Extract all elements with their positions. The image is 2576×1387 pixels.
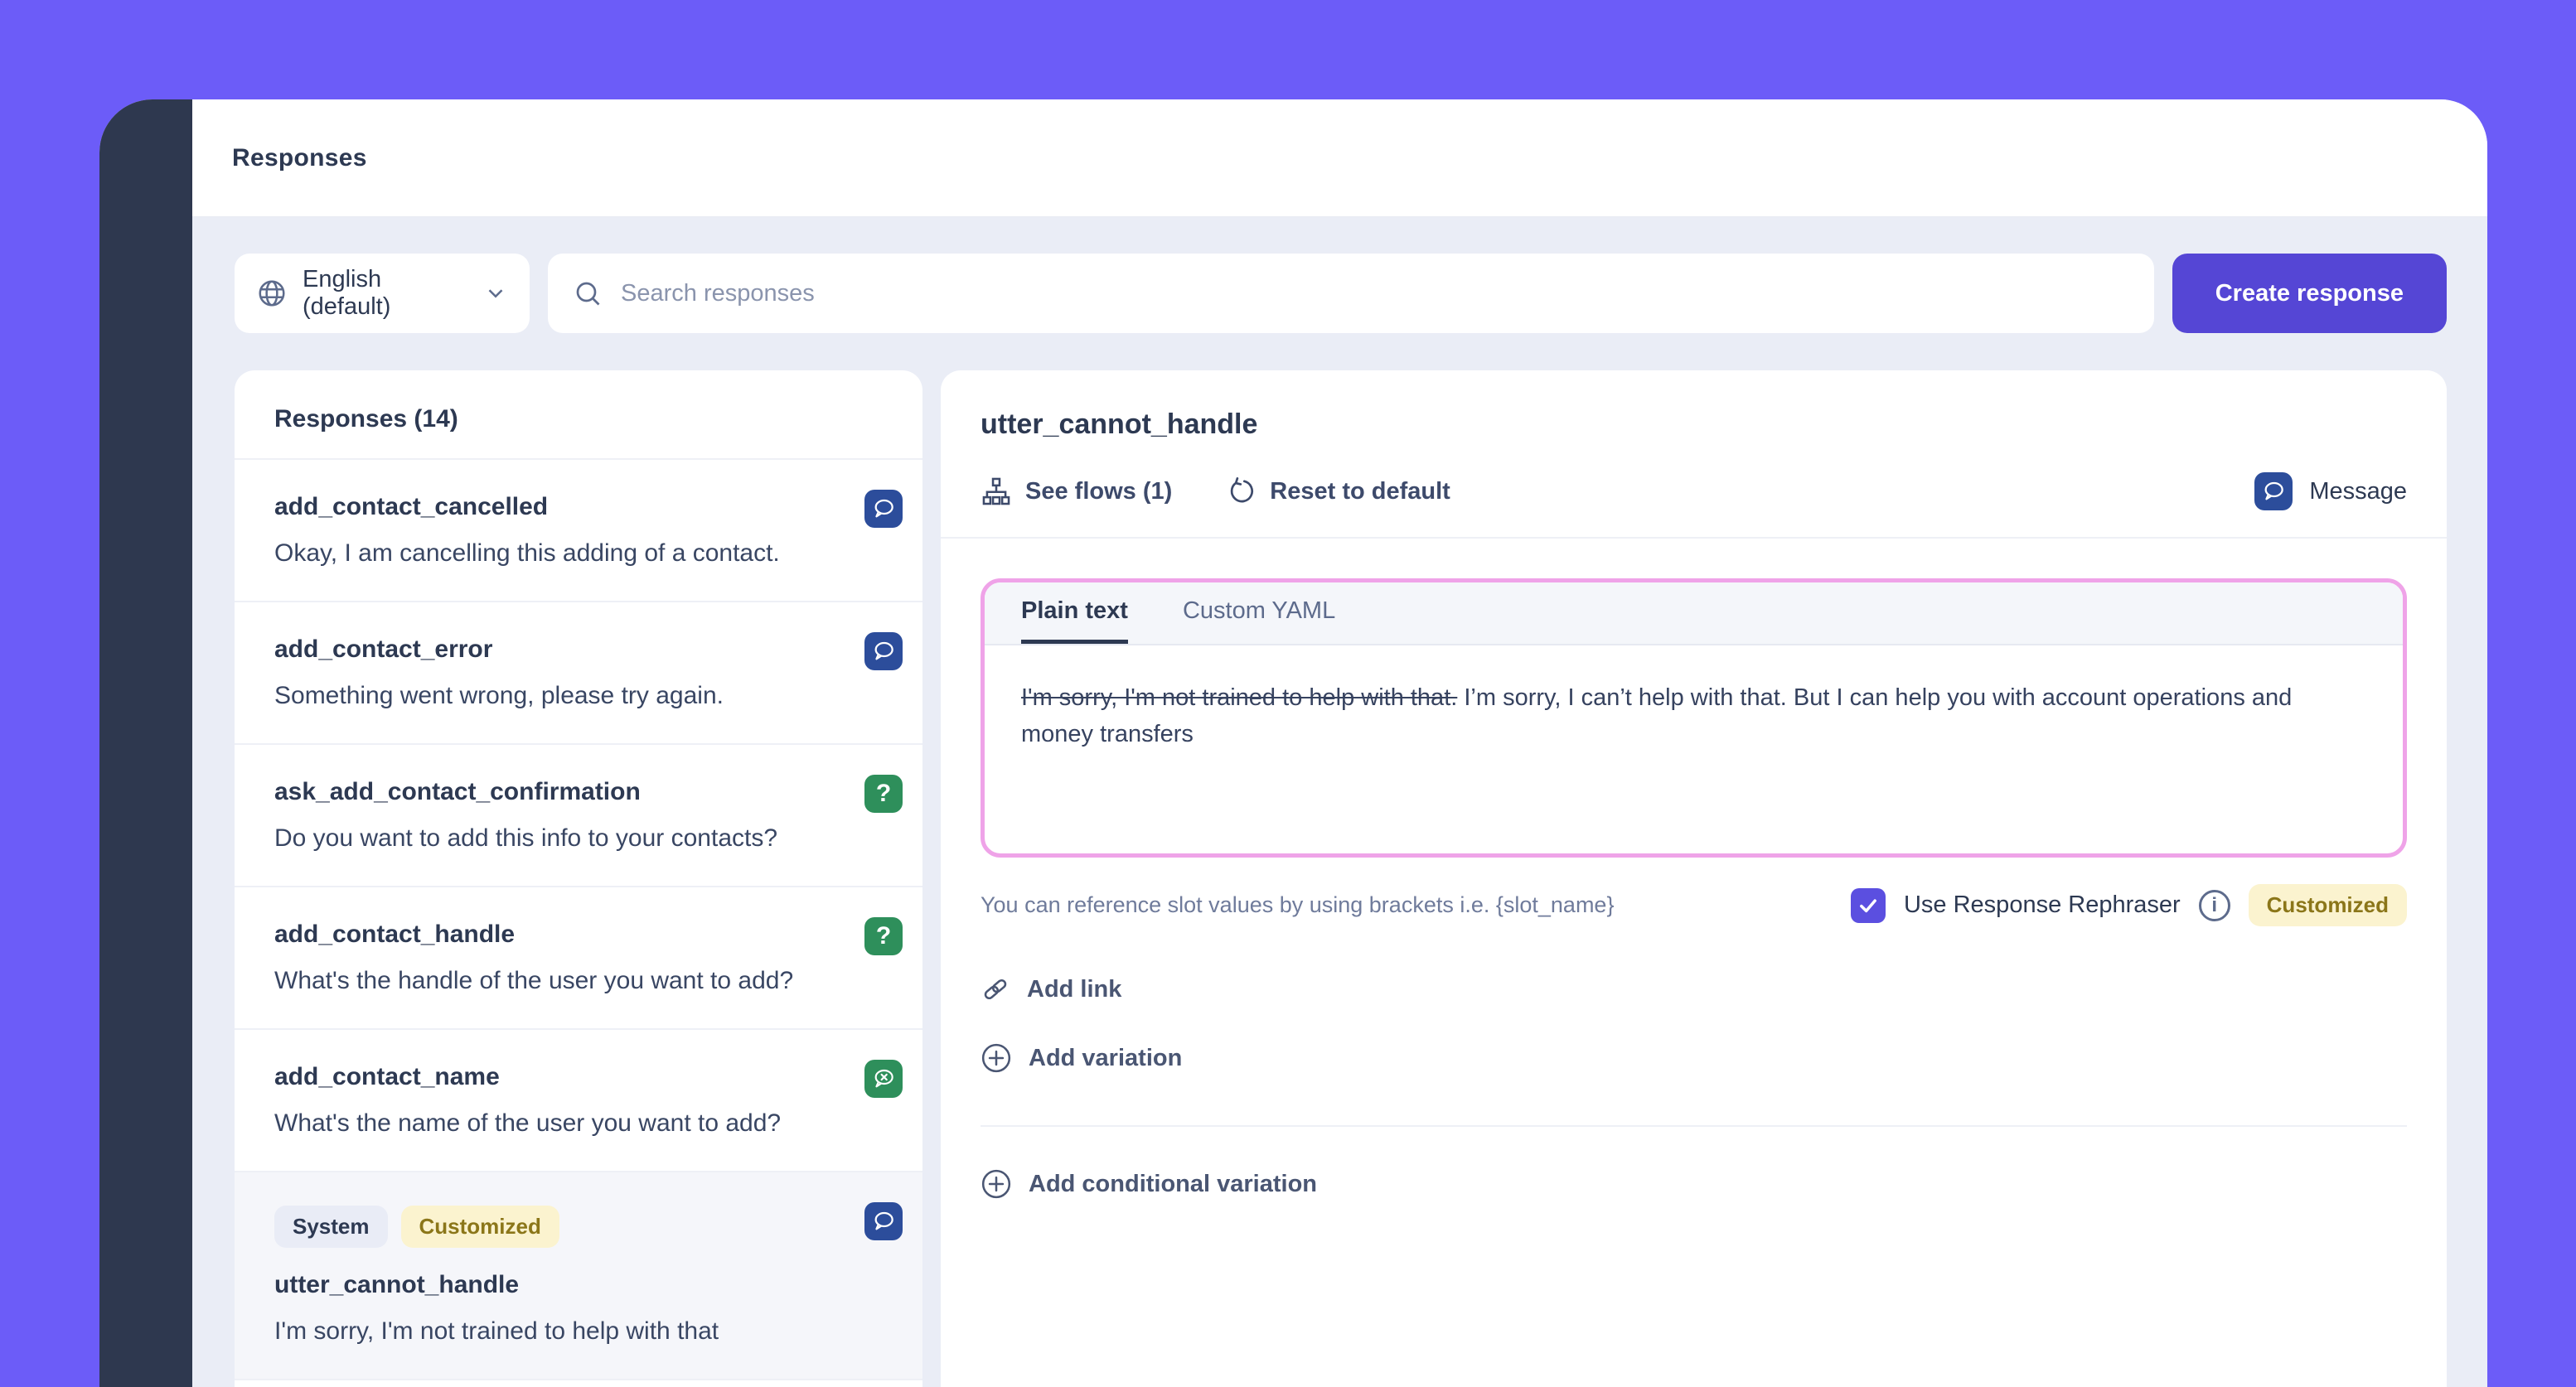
detail-header: utter_cannot_handle <box>941 370 2447 539</box>
content-area: English (default) Create r <box>192 217 2487 1387</box>
badge-row: System Customized <box>274 1206 806 1248</box>
page-title: Responses <box>232 144 367 172</box>
customized-badge: Customized <box>2249 884 2407 926</box>
rephraser-checkbox[interactable] <box>1851 888 1886 923</box>
hint-row: You can reference slot values by using b… <box>981 884 2407 926</box>
customized-badge: Customized <box>401 1206 559 1248</box>
response-name: ask_add_contact_confirmation <box>274 778 806 806</box>
create-response-button[interactable]: Create response <box>2172 254 2447 333</box>
response-text: Something went wrong, please try again. <box>274 682 806 710</box>
rephraser-control: Use Response Rephraser i Customized <box>1851 884 2407 926</box>
response-text: Okay, I am cancelling this adding of a c… <box>274 539 806 568</box>
response-name: add_contact_handle <box>274 921 806 949</box>
add-link-button[interactable]: Add link <box>981 974 2407 1004</box>
search-icon <box>573 278 603 308</box>
plus-circle-icon <box>981 1042 1012 1074</box>
response-text-editor[interactable]: I'm sorry, I'm not trained to help with … <box>985 645 2403 853</box>
nav-rail <box>99 99 192 1387</box>
detail-body: Plain text Custom YAML I'm sorry, I'm no… <box>941 539 2447 1240</box>
main-panel: Responses English (default) <box>192 99 2487 1387</box>
search-box <box>548 254 2154 333</box>
message-icon <box>2254 472 2293 510</box>
message-icon <box>864 1202 903 1240</box>
response-name: add_contact_cancelled <box>274 493 806 521</box>
response-text: What's the name of the user you want to … <box>274 1109 806 1138</box>
response-text: What's the handle of the user you want t… <box>274 967 806 995</box>
globe-icon <box>256 278 288 309</box>
link-icon <box>981 974 1010 1004</box>
divider <box>981 1125 2407 1127</box>
list-item-selected[interactable]: System Customized utter_cannot_handle I'… <box>235 1172 922 1380</box>
add-conditional-variation-label: Add conditional variation <box>1029 1171 1317 1198</box>
language-selector[interactable]: English (default) <box>235 254 530 333</box>
message-icon <box>864 490 903 528</box>
page-header: Responses <box>192 99 2487 217</box>
responses-list: Responses (14) add_contact_cancelled Oka… <box>235 370 922 1387</box>
message-icon <box>864 632 903 670</box>
language-label: English (default) <box>303 266 468 321</box>
list-item[interactable]: add_contact_cancelled Okay, I am cancell… <box>235 460 922 602</box>
add-variation-label: Add variation <box>1029 1045 1182 1072</box>
app-window: Responses English (default) <box>99 99 2487 1387</box>
response-name: utter_cannot_handle <box>274 1271 806 1299</box>
response-name: add_contact_error <box>274 636 806 664</box>
rephraser-label: Use Response Rephraser <box>1904 892 2181 919</box>
responses-list-header: Responses (14) <box>235 370 922 460</box>
info-icon[interactable]: i <box>2199 890 2230 921</box>
toolbar: English (default) Create r <box>235 254 2447 333</box>
message-x-icon <box>864 1060 903 1098</box>
deleted-text: I'm sorry, I'm not trained to help with … <box>1021 684 1457 711</box>
undo-icon <box>1227 476 1257 506</box>
slot-hint: You can reference slot values by using b… <box>981 892 1614 918</box>
reset-to-default-label: Reset to default <box>1270 478 1450 505</box>
editor-tabs: Plain text Custom YAML <box>985 582 2403 645</box>
add-variation-button[interactable]: Add variation <box>981 1042 2407 1074</box>
add-conditional-variation-button[interactable]: Add conditional variation <box>981 1168 2407 1200</box>
list-item[interactable]: add_contact_error Something went wrong, … <box>235 602 922 745</box>
question-icon: ? <box>864 775 903 813</box>
cards-row: Responses (14) add_contact_cancelled Oka… <box>235 370 2447 1387</box>
response-text: I'm sorry, I'm not trained to help with … <box>274 1317 806 1346</box>
see-flows-label: See flows (1) <box>1025 478 1172 505</box>
list-item[interactable]: add_contact_name What's the name of the … <box>235 1030 922 1172</box>
add-link-label: Add link <box>1027 976 1121 1003</box>
list-item[interactable]: utter_no_knowledge_base <box>235 1380 922 1387</box>
message-type-label: Message <box>2309 478 2407 505</box>
detail-toolbar: See flows (1) Reset to default <box>981 472 2407 537</box>
detail-title: utter_cannot_handle <box>981 408 2407 441</box>
tab-custom-yaml[interactable]: Custom YAML <box>1183 582 1335 644</box>
list-item[interactable]: ask_add_contact_confirmation Do you want… <box>235 745 922 887</box>
search-input[interactable] <box>621 280 2129 307</box>
plus-circle-icon <box>981 1168 1012 1200</box>
response-editor: Plain text Custom YAML I'm sorry, I'm no… <box>981 578 2407 858</box>
reset-to-default-button[interactable]: Reset to default <box>1227 476 1450 506</box>
response-name: add_contact_name <box>274 1063 806 1091</box>
tab-plain-text[interactable]: Plain text <box>1021 582 1128 644</box>
flows-icon <box>981 476 1012 507</box>
question-icon: ? <box>864 917 903 955</box>
system-badge: System <box>274 1206 388 1248</box>
see-flows-button[interactable]: See flows (1) <box>981 476 1172 507</box>
message-type: Message <box>2254 472 2407 510</box>
list-item[interactable]: add_contact_handle What's the handle of … <box>235 887 922 1030</box>
chevron-down-icon <box>483 281 508 306</box>
response-detail: utter_cannot_handle <box>941 370 2447 1387</box>
response-text: Do you want to add this info to your con… <box>274 824 806 853</box>
